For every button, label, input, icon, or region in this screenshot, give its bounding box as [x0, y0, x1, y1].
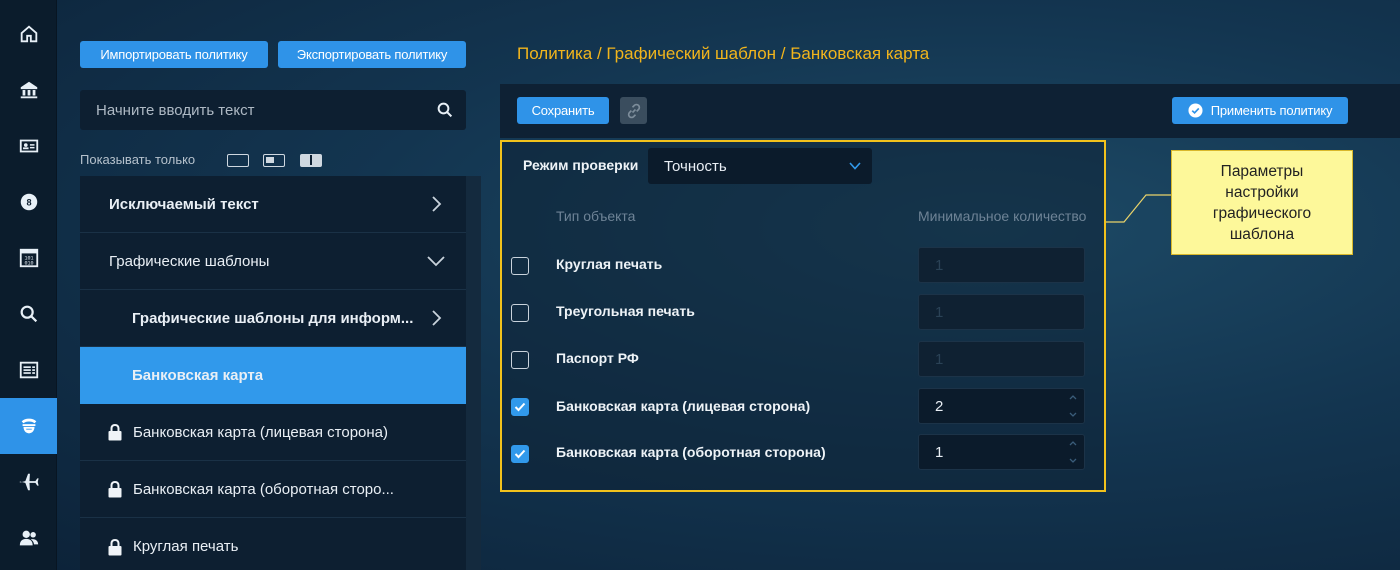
search-box [80, 90, 466, 130]
rail-home-button[interactable] [0, 6, 57, 62]
tree-item-round-stamp[interactable]: Круглая печать [80, 518, 466, 570]
search-icon[interactable] [436, 101, 454, 119]
column-header-min-count: Минимальное количество [918, 208, 1087, 224]
rail-binary-button[interactable]: 101 010 [0, 230, 57, 286]
chevron-down-icon [427, 256, 445, 267]
tree-item-label: Банковская карта (лицевая сторона) [133, 423, 388, 441]
lock-icon [108, 424, 122, 441]
min-count-input-bank-card-back[interactable]: 1 [918, 434, 1085, 470]
binary-icon: 101010 [19, 248, 38, 268]
spinner-icon[interactable] [1068, 392, 1078, 420]
search-icon [20, 305, 37, 323]
export-policy-button[interactable]: Экспортировать политику [278, 41, 466, 68]
min-count-value: 1 [935, 350, 944, 368]
min-count-input-passport[interactable]: 1 [918, 341, 1085, 377]
row-label-bank-card-front: Банковская карта (лицевая сторона) [556, 398, 811, 414]
tree-item-info-templates[interactable]: Графические шаблоны для информ... [80, 290, 466, 347]
min-count-input-triangle-stamp[interactable]: 1 [918, 294, 1085, 330]
tree-item-graphic-templates[interactable]: Графические шаблоны [80, 233, 466, 290]
tree-scrollbar[interactable] [466, 176, 481, 570]
filter-label: Показывать только [80, 152, 196, 167]
chevron-down-icon [849, 162, 861, 170]
tree-item-label: Исключаемый текст [109, 195, 259, 213]
tree-item-label: Графические шаблоны [109, 252, 270, 270]
svg-text:8: 8 [26, 198, 31, 208]
min-count-value: 1 [935, 443, 944, 461]
link-icon [627, 103, 640, 118]
column-header-object-type: Тип объекта [556, 208, 636, 224]
checkmark-icon [514, 402, 526, 412]
rail-search-button[interactable] [0, 286, 57, 342]
list-icon [19, 361, 38, 379]
apply-policy-label: Применить политику [1210, 103, 1333, 118]
row-checkbox-bank-card-back[interactable] [511, 445, 529, 463]
lock-icon [108, 538, 122, 555]
tree-item-excluded-text[interactable]: Исключаемый текст [80, 176, 466, 233]
rail-plane-button[interactable] [0, 454, 57, 510]
tree-item-bank-card[interactable]: Банковская карта [80, 347, 466, 404]
min-count-value: 2 [935, 397, 944, 415]
lock-icon [108, 481, 122, 498]
id-card-icon [19, 139, 38, 153]
policy-tree: Исключаемый текст Графические шаблоны Гр… [80, 176, 466, 570]
checkmark-icon [514, 449, 526, 459]
filter-option-full[interactable] [300, 154, 322, 167]
check-mode-label: Режим проверки [523, 157, 639, 173]
filter-option-empty[interactable] [227, 154, 249, 167]
bank-icon [20, 81, 37, 99]
spinner-icon[interactable] [1068, 438, 1078, 466]
min-count-input-bank-card-front[interactable]: 2 [918, 388, 1085, 424]
svg-text:010: 010 [24, 260, 33, 266]
row-label-bank-card-back: Банковская карта (оборотная сторона) [556, 444, 826, 460]
tree-item-label: Банковская карта [132, 367, 264, 384]
apply-policy-button[interactable]: Применить политику [1172, 97, 1348, 124]
tree-item-label: Круглая печать [133, 538, 239, 555]
import-policy-button[interactable]: Импортировать политику [80, 41, 268, 68]
badge-icon: 8 [20, 193, 37, 211]
row-checkbox-passport[interactable] [511, 351, 529, 369]
filter-option-half[interactable] [263, 154, 285, 167]
rail-users-button[interactable] [0, 510, 57, 566]
row-checkbox-bank-card-front[interactable] [511, 398, 529, 416]
min-count-value: 1 [935, 303, 944, 321]
row-label-round-stamp: Круглая печать [556, 256, 663, 272]
breadcrumb: Политика / Графический шаблон / Банковск… [517, 44, 930, 63]
tree-item-bank-card-back[interactable]: Банковская карта (оборотная сторо... [80, 461, 466, 518]
tree-item-label: Банковская карта (оборотная сторо... [133, 480, 394, 498]
rail-bank-button[interactable] [0, 62, 57, 118]
tree-item-bank-card-front[interactable]: Банковская карта (лицевая сторона) [80, 404, 466, 461]
rail-badge-button[interactable]: 8 [0, 174, 57, 230]
rail-policy-button[interactable] [0, 398, 57, 454]
tree-item-label: Графические шаблоны для информ... [132, 309, 414, 327]
min-count-input-round-stamp[interactable]: 1 [918, 247, 1085, 283]
rail-list-button[interactable] [0, 342, 57, 398]
check-mode-select[interactable]: Точность [648, 148, 872, 184]
save-button[interactable]: Сохранить [517, 97, 609, 124]
chevron-right-icon [432, 196, 442, 212]
users-icon [19, 530, 38, 546]
callout-note: Параметры настройки графического шаблона [1171, 150, 1353, 255]
min-count-value: 1 [935, 256, 944, 274]
row-checkbox-triangle-stamp[interactable] [511, 304, 529, 322]
row-label-passport: Паспорт РФ [556, 350, 639, 366]
link-button[interactable] [620, 97, 647, 124]
home-icon [20, 25, 37, 43]
row-label-triangle-stamp: Треугольная печать [556, 303, 695, 319]
row-checkbox-round-stamp[interactable] [511, 257, 529, 275]
search-input[interactable] [96, 90, 426, 130]
check-circle-icon [1188, 103, 1203, 118]
check-mode-value: Точность [664, 157, 727, 175]
icon-rail: 8 101 010 [0, 0, 57, 570]
callout-connector [1106, 194, 1176, 223]
rail-id-card-button[interactable] [0, 118, 57, 174]
chevron-right-icon [432, 310, 442, 326]
plane-icon [19, 473, 39, 491]
policy-icon [21, 418, 36, 434]
